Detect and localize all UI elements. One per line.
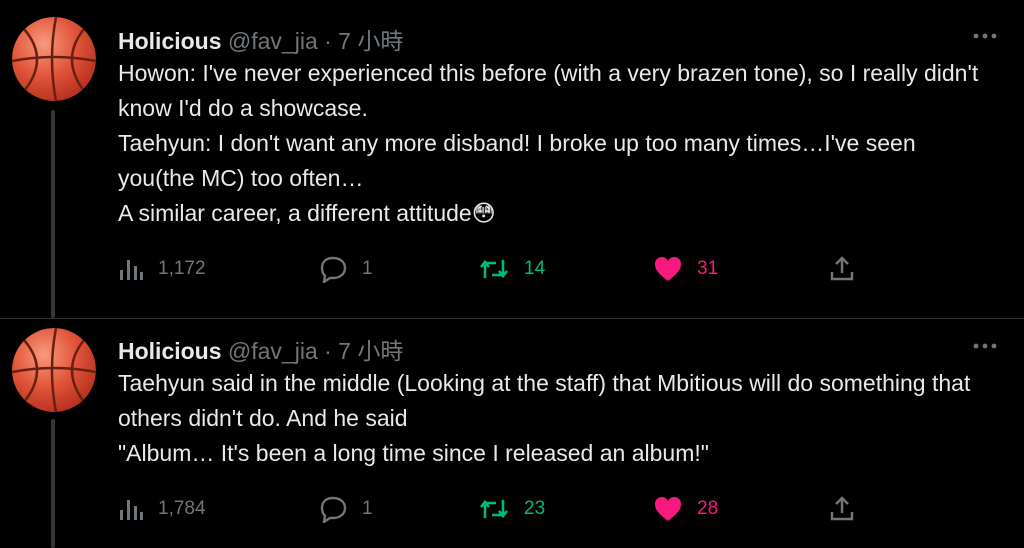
reply-icon bbox=[320, 256, 347, 283]
like-button[interactable]: 28 bbox=[653, 494, 718, 524]
retweet-count: 14 bbox=[524, 258, 546, 279]
tweet-actions: 1,784 1 23 28 bbox=[118, 494, 868, 524]
share-button[interactable] bbox=[828, 494, 856, 524]
like-count: 31 bbox=[697, 258, 719, 279]
tweet-header: Holicious @fav_jia · 7 小時 bbox=[118, 22, 403, 56]
thread-line bbox=[51, 110, 55, 318]
share-icon bbox=[830, 496, 854, 521]
views-count: 1,784 bbox=[158, 498, 206, 519]
like-icon bbox=[655, 497, 681, 521]
tweet-text: Taehyun said in the middle (Looking at t… bbox=[118, 366, 998, 471]
reply-count: 1 bbox=[362, 258, 373, 279]
retweet-count: 23 bbox=[524, 498, 546, 519]
tweet-line: Taehyun: I don't want any more disband! … bbox=[118, 130, 923, 191]
reply-icon bbox=[320, 496, 347, 523]
tweet-line: "Album… It's been a long time since I re… bbox=[118, 440, 709, 466]
reply-count: 1 bbox=[362, 498, 373, 519]
like-icon bbox=[655, 257, 681, 281]
author-handle-time[interactable]: @fav_jia · 7 小時 bbox=[228, 338, 403, 364]
tweet-actions: 1,172 1 14 31 bbox=[118, 254, 868, 284]
like-count: 28 bbox=[697, 498, 719, 519]
tweet-1[interactable]: Holicious @fav_jia · 7 小時 Howon: I've ne… bbox=[0, 0, 1024, 318]
tweet-line: Howon: I've never experienced this befor… bbox=[118, 60, 985, 121]
tweet-line: A similar career, a different attitude😳 bbox=[118, 200, 496, 226]
more-icon[interactable] bbox=[970, 336, 1000, 356]
basketball-avatar[interactable] bbox=[12, 17, 96, 101]
share-button[interactable] bbox=[828, 254, 856, 284]
retweet-icon bbox=[479, 259, 509, 279]
retweet-icon bbox=[479, 499, 509, 519]
tweet-text: Howon: I've never experienced this befor… bbox=[118, 56, 998, 231]
views-icon bbox=[120, 500, 143, 520]
views-button[interactable]: 1,172 bbox=[118, 254, 206, 284]
tweet-header: Holicious @fav_jia · 7 小時 bbox=[118, 332, 403, 366]
basketball-avatar[interactable] bbox=[12, 328, 96, 412]
tweet-line: Taehyun said in the middle (Looking at t… bbox=[118, 370, 977, 431]
views-count: 1,172 bbox=[158, 258, 206, 279]
like-button[interactable]: 31 bbox=[653, 254, 718, 284]
author-name[interactable]: Holicious bbox=[118, 338, 222, 364]
thread-line bbox=[51, 419, 55, 548]
more-icon[interactable] bbox=[970, 26, 1000, 46]
views-button[interactable]: 1,784 bbox=[118, 494, 206, 524]
retweet-button[interactable]: 23 bbox=[478, 494, 545, 524]
author-name[interactable]: Holicious bbox=[118, 28, 222, 54]
share-icon bbox=[830, 256, 854, 281]
retweet-button[interactable]: 14 bbox=[478, 254, 545, 284]
views-icon bbox=[120, 260, 143, 280]
reply-button[interactable]: 1 bbox=[318, 254, 373, 284]
tweet-2[interactable]: Holicious @fav_jia · 7 小時 Taehyun said i… bbox=[0, 319, 1024, 548]
author-handle-time[interactable]: @fav_jia · 7 小時 bbox=[228, 28, 403, 54]
reply-button[interactable]: 1 bbox=[318, 494, 373, 524]
